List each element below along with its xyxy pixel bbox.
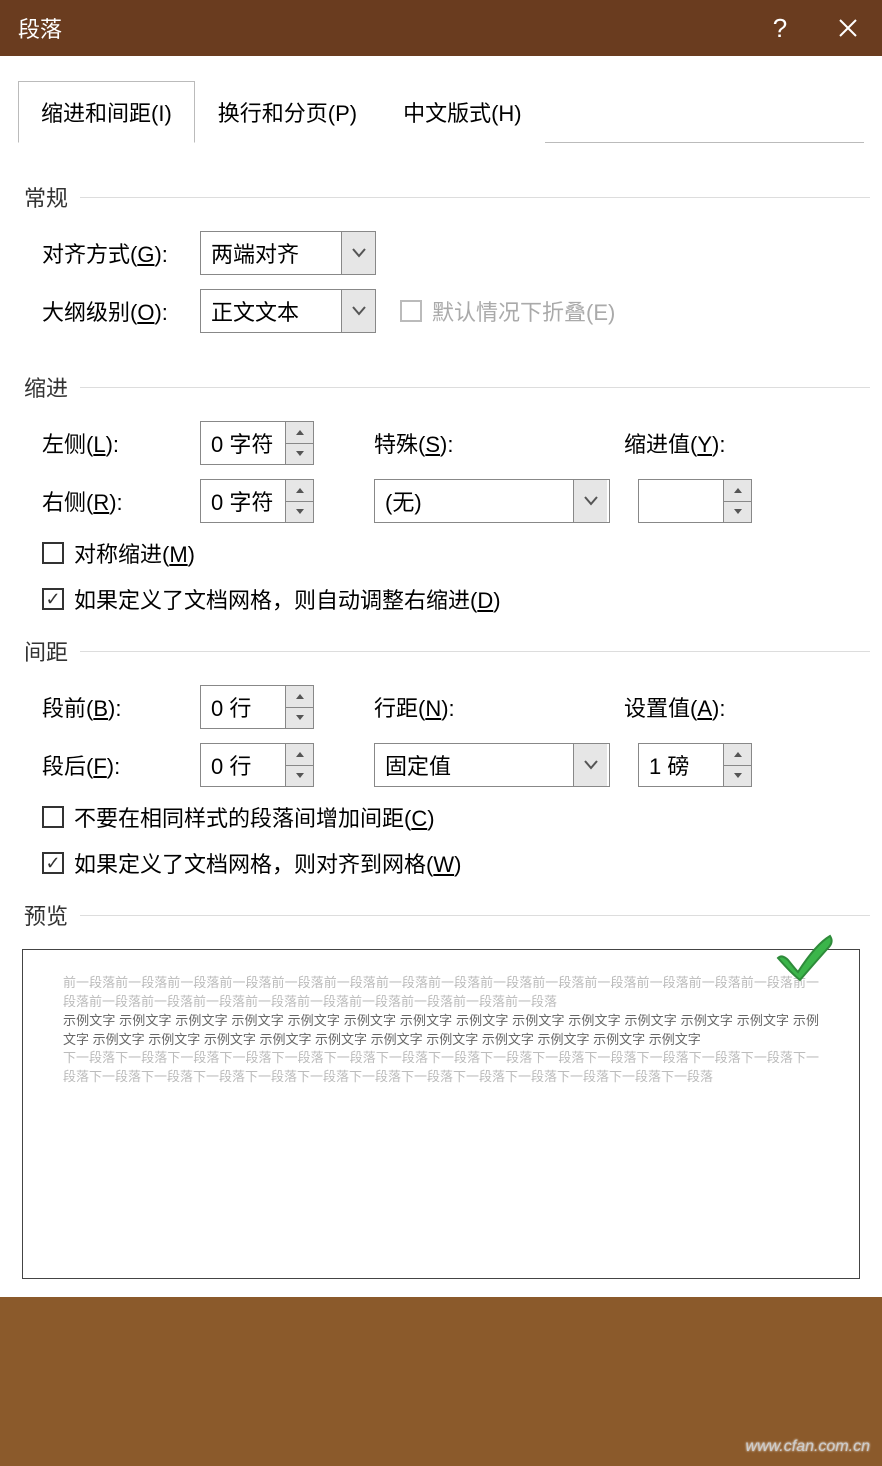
preview-after: 下一段落下一段落下一段落下一段落下一段落下一段落下一段落下一段落下一段落下一段落… [63, 1049, 819, 1087]
spin-down-icon[interactable] [286, 766, 313, 787]
mirror-indent-checkbox[interactable]: 对称缩进(M) [42, 537, 195, 569]
close-button[interactable] [814, 0, 882, 56]
collapse-checkbox: 默认情况下折叠(E) [400, 295, 615, 327]
linespace-combo[interactable] [374, 743, 610, 787]
indent-special-value[interactable] [375, 480, 573, 522]
grid-space-label: 如果定义了文档网格，则对齐到网格(W) [74, 847, 461, 879]
indent-by-spinner[interactable] [638, 479, 752, 523]
grid-space-checkbox[interactable]: 如果定义了文档网格，则对齐到网格(W) [42, 847, 461, 879]
indent-right-spinner[interactable] [200, 479, 314, 523]
mirror-indent-label: 对称缩进(M) [74, 537, 195, 569]
spin-up-icon[interactable] [286, 480, 313, 502]
space-before-value[interactable] [201, 686, 285, 728]
titlebar: 段落 ? [0, 0, 882, 56]
grid-indent-label: 如果定义了文档网格，则自动调整右缩进(D) [74, 583, 501, 615]
preview-sample: 示例文字 示例文字 示例文字 示例文字 示例文字 示例文字 示例文字 示例文字 … [63, 1012, 819, 1050]
align-combo[interactable] [200, 231, 376, 275]
preview-box: 前一段落前一段落前一段落前一段落前一段落前一段落前一段落前一段落前一段落前一段落… [22, 949, 860, 1279]
space-before-spinner[interactable] [200, 685, 314, 729]
spin-down-icon[interactable] [724, 502, 751, 523]
tabs: 缩进和间距(I) 换行和分页(P) 中文版式(H) [18, 80, 864, 143]
watermark: www.cfan.com.cn [746, 1438, 870, 1456]
tab-chinese[interactable]: 中文版式(H) [380, 81, 545, 143]
tab-line-page[interactable]: 换行和分页(P) [195, 81, 380, 143]
outline-label: 大纲级别(O): [42, 295, 200, 327]
outline-combo[interactable] [200, 289, 376, 333]
linespace-label: 行距(N): [374, 691, 624, 723]
collapse-label: 默认情况下折叠(E) [432, 295, 615, 327]
spin-up-icon[interactable] [724, 744, 751, 766]
section-general: 常规 [24, 181, 864, 213]
indent-right-value[interactable] [201, 480, 285, 522]
dialog-title: 段落 [18, 12, 62, 44]
help-button[interactable]: ? [746, 0, 814, 56]
nospace-same-style-checkbox[interactable]: 不要在相同样式的段落间增加间距(C) [42, 801, 435, 833]
indent-by-label: 缩进值(Y): [624, 427, 725, 459]
indent-left-label: 左侧(L): [42, 427, 200, 459]
align-label: 对齐方式(G): [42, 237, 200, 269]
chevron-down-icon[interactable] [573, 744, 607, 786]
outline-value[interactable] [201, 290, 341, 332]
spin-down-icon[interactable] [286, 708, 313, 729]
spin-up-icon[interactable] [286, 422, 313, 444]
space-after-label: 段后(F): [42, 749, 200, 781]
grid-indent-checkbox[interactable]: 如果定义了文档网格，则自动调整右缩进(D) [42, 583, 501, 615]
checkmark-icon [772, 930, 836, 987]
space-after-spinner[interactable] [200, 743, 314, 787]
indent-special-label: 特殊(S): [374, 427, 624, 459]
indent-by-value[interactable] [639, 480, 723, 522]
spin-up-icon[interactable] [286, 744, 313, 766]
space-after-value[interactable] [201, 744, 285, 786]
chevron-down-icon[interactable] [341, 232, 375, 274]
space-before-label: 段前(B): [42, 691, 200, 723]
section-preview: 预览 [24, 899, 864, 931]
space-at-spinner[interactable] [638, 743, 752, 787]
section-indent: 缩进 [24, 371, 864, 403]
spin-up-icon[interactable] [724, 480, 751, 502]
paragraph-dialog: 段落 ? 缩进和间距(I) 换行和分页(P) 中文版式(H) 常规 对齐方式(G… [0, 0, 882, 1297]
dialog-body: 缩进和间距(I) 换行和分页(P) 中文版式(H) 常规 对齐方式(G): 大纲… [0, 80, 882, 1297]
spin-down-icon[interactable] [286, 502, 313, 523]
preview-before: 前一段落前一段落前一段落前一段落前一段落前一段落前一段落前一段落前一段落前一段落… [63, 974, 819, 1012]
nospace-same-style-label: 不要在相同样式的段落间增加间距(C) [74, 801, 435, 833]
spin-down-icon[interactable] [724, 766, 751, 787]
indent-left-value[interactable] [201, 422, 285, 464]
section-spacing: 间距 [24, 635, 864, 667]
align-value[interactable] [201, 232, 341, 274]
space-at-value[interactable] [639, 744, 723, 786]
chevron-down-icon[interactable] [341, 290, 375, 332]
indent-right-label: 右侧(R): [42, 485, 200, 517]
tab-indent-spacing[interactable]: 缩进和间距(I) [18, 81, 195, 143]
indent-special-combo[interactable] [374, 479, 610, 523]
linespace-value[interactable] [375, 744, 573, 786]
space-at-label: 设置值(A): [624, 691, 725, 723]
spin-down-icon[interactable] [286, 444, 313, 465]
spin-up-icon[interactable] [286, 686, 313, 708]
indent-left-spinner[interactable] [200, 421, 314, 465]
chevron-down-icon[interactable] [573, 480, 607, 522]
